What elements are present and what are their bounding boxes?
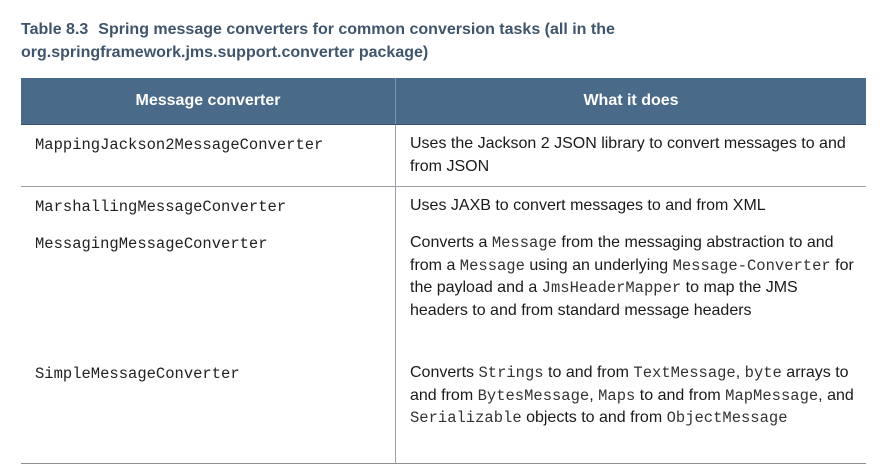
inline-code: ObjectMessage xyxy=(666,409,788,427)
table-row: SimpleMessageConverter Converts Strings … xyxy=(21,357,866,463)
description-text: to and from xyxy=(543,364,634,381)
table-row: MappingJackson2MessageConverter Uses the… xyxy=(21,125,866,187)
converter-name: SimpleMessageConverter xyxy=(35,365,240,383)
table-row: MarshallingMessageConverter Uses JAXB to… xyxy=(21,187,866,226)
description-text: objects to and from xyxy=(521,409,667,426)
inline-code: JmsHeaderMapper xyxy=(541,279,682,297)
inline-code: Serializable xyxy=(410,409,522,427)
converter-name: MappingJackson2MessageConverter xyxy=(35,136,324,154)
table-title: Spring message converters for common con… xyxy=(21,21,615,61)
description-text: , xyxy=(735,364,745,381)
converter-name: MessagingMessageConverter xyxy=(35,235,268,253)
description-text: to and from xyxy=(635,386,726,404)
header-message-converter: Message converter xyxy=(135,92,281,109)
table-row: MessagingMessageConverter Converts a Mes… xyxy=(21,226,866,357)
inline-code: Message xyxy=(491,234,557,252)
converter-description: Converts Strings to and from TextMessage… xyxy=(395,357,866,463)
inline-code: MapMessage xyxy=(725,386,819,405)
description-text: Converts xyxy=(410,364,479,381)
converter-description: Uses the Jackson 2 JSON library to conve… xyxy=(395,125,866,186)
inline-code: BytesMessage xyxy=(477,386,590,405)
description-text: Uses JAXB to convert messages to and fro… xyxy=(410,197,766,214)
converters-table: Message converter What it does MappingJa… xyxy=(21,78,866,464)
inline-code: Strings xyxy=(478,364,544,382)
inline-code: Message-Converter xyxy=(672,256,831,275)
header-what-it-does: What it does xyxy=(395,78,866,124)
table-header-row: Message converter What it does xyxy=(21,78,866,125)
table-number: Table 8.3 xyxy=(21,21,89,38)
converter-description: Uses JAXB to convert messages to and fro… xyxy=(395,187,866,226)
description-text: using an underlying xyxy=(524,256,673,274)
description-text: Converts a xyxy=(410,234,492,251)
inline-code: TextMessage xyxy=(633,364,736,382)
inline-code: Maps xyxy=(598,386,636,405)
inline-code: byte xyxy=(744,364,782,382)
table-caption: Table 8.3 Spring message converters for c… xyxy=(21,18,861,64)
converter-name: MarshallingMessageConverter xyxy=(35,198,287,216)
description-text: , and xyxy=(818,386,854,404)
description-text: Uses the Jackson 2 JSON library to conve… xyxy=(410,135,846,175)
inline-code: Message xyxy=(459,256,525,275)
converter-description: Converts a Message from the messaging ab… xyxy=(395,226,866,357)
description-text: , xyxy=(589,386,599,404)
